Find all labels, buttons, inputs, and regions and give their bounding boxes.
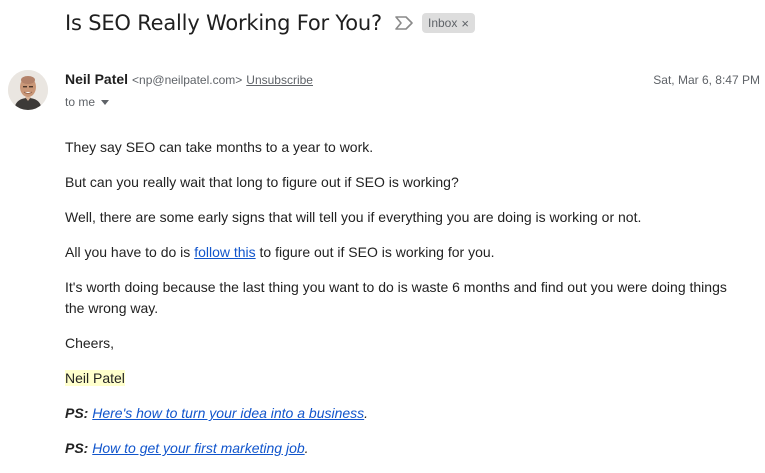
- sender-email: <np@neilpatel.com>: [132, 73, 243, 87]
- ps-label-2: PS:: [65, 440, 89, 456]
- body-paragraph-5: It's worth doing because the last thing …: [65, 279, 727, 316]
- body-paragraph-1: They say SEO can take months to a year t…: [65, 139, 374, 155]
- email-body: They say SEO can take months to a year t…: [65, 137, 745, 473]
- recipient-text: to me: [65, 95, 96, 109]
- subject-row: Is SEO Really Working For You? Inbox ×: [65, 8, 475, 38]
- ps-line-2-end: .: [304, 440, 309, 456]
- important-marker-icon[interactable]: [394, 16, 414, 30]
- ps-line-1-end: .: [364, 405, 369, 421]
- sender-line: Neil Patel <np@neilpatel.com> Unsubscrib…: [65, 71, 313, 87]
- body-paragraph-4-start: All you have to do is: [65, 244, 195, 260]
- signature-name: Neil Patel: [65, 370, 125, 386]
- follow-this-link[interactable]: follow this: [194, 244, 255, 260]
- unsubscribe-link[interactable]: Unsubscribe: [246, 73, 313, 87]
- email-subject: Is SEO Really Working For You?: [65, 11, 382, 35]
- remove-label-icon[interactable]: ×: [461, 16, 469, 31]
- sender-name[interactable]: Neil Patel: [65, 71, 128, 87]
- ps-line-1: PS: Here's how to turn your idea into a …: [65, 403, 745, 424]
- body-paragraph-4: All you have to do is follow this to fig…: [65, 242, 745, 263]
- body-paragraph-2: But can you really wait that long to fig…: [65, 174, 459, 190]
- ps-label-1: PS:: [65, 405, 89, 421]
- idea-to-business-link[interactable]: Here's how to turn your idea into a busi…: [92, 405, 364, 421]
- chevron-down-icon[interactable]: [101, 99, 110, 105]
- body-paragraph-4-end: to figure out if SEO is working for you.: [255, 244, 495, 260]
- ps-line-2: PS: How to get your first marketing job.: [65, 438, 745, 459]
- recipient-details-toggle[interactable]: to me: [65, 95, 110, 109]
- inbox-label-text: Inbox: [427, 16, 458, 30]
- inbox-label-chip: Inbox ×: [421, 13, 475, 33]
- sender-avatar[interactable]: [8, 70, 48, 110]
- closing-text: Cheers,: [65, 335, 115, 351]
- first-marketing-job-link[interactable]: How to get your first marketing job: [92, 440, 304, 456]
- signature: Neil Patel: [65, 368, 745, 389]
- email-date: Sat, Mar 6, 8:47 PM: [653, 73, 760, 87]
- body-paragraph-3: Well, there are some early signs that wi…: [65, 209, 642, 225]
